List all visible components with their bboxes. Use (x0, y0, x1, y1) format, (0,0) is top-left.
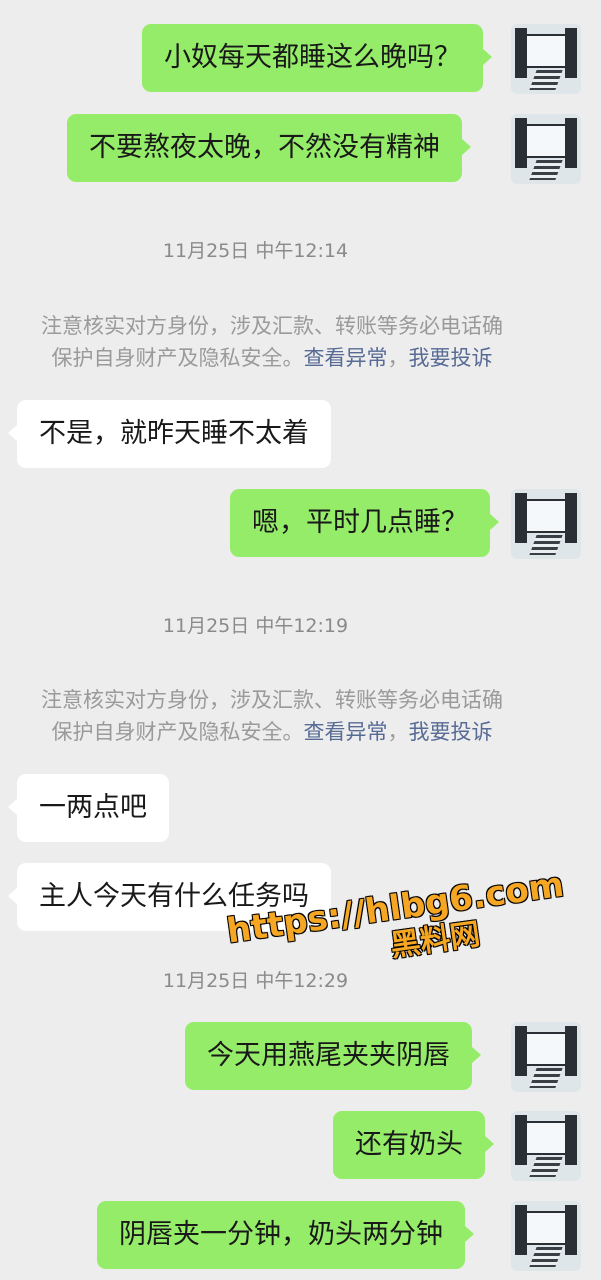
notice-line: 保护自身财产及隐私安全。查看异常，我要投诉 (51, 346, 493, 370)
avatar-image (523, 1211, 569, 1245)
message-bubble-outgoing[interactable]: 小奴每天都睡这么晚吗？ (142, 24, 492, 92)
notice-line: 保护自身财产及隐私安全。查看异常，我要投诉 (51, 720, 493, 744)
message-bubble-outgoing[interactable]: 阴唇夹一分钟，奶头两分钟 (97, 1201, 474, 1269)
avatar-image (523, 1121, 569, 1155)
avatar[interactable] (511, 24, 581, 94)
message-bubble-outgoing[interactable]: 今天用燕尾夹夹阴唇 (185, 1022, 481, 1090)
view-abnormal-link[interactable]: 查看异常 (304, 346, 388, 370)
security-notice: 注意核实对方身份，涉及汇款、转账等务必电话确 保护自身财产及隐私安全。查看异常，… (0, 310, 552, 374)
timestamp: 11月25日 中午12:14 (162, 240, 349, 262)
avatar[interactable] (511, 1201, 581, 1271)
security-notice: 注意核实对方身份，涉及汇款、转账等务必电话确 保护自身财产及隐私安全。查看异常，… (0, 684, 552, 748)
avatar-image (523, 124, 569, 158)
report-link[interactable]: 我要投诉 (409, 720, 493, 744)
avatar[interactable] (511, 1022, 581, 1092)
view-abnormal-link[interactable]: 查看异常 (304, 720, 388, 744)
avatar-image (523, 1032, 569, 1066)
report-link[interactable]: 我要投诉 (409, 346, 493, 370)
avatar[interactable] (511, 114, 581, 184)
avatar-image (523, 34, 569, 68)
timestamp: 11月25日 中午12:19 (162, 615, 349, 637)
notice-line: 注意核实对方身份，涉及汇款、转账等务必电话确 (41, 688, 503, 712)
avatar[interactable] (511, 489, 581, 559)
message-bubble-outgoing[interactable]: 还有奶头 (333, 1111, 494, 1179)
message-bubble-incoming[interactable]: 不是，就昨天睡不太着 (8, 400, 331, 468)
message-bubble-incoming[interactable]: 一两点吧 (8, 774, 169, 842)
message-bubble-outgoing[interactable]: 嗯，平时几点睡？ (230, 489, 499, 557)
avatar-image (523, 499, 569, 533)
message-bubble-outgoing[interactable]: 不要熬夜太晚，不然没有精神 (67, 114, 471, 182)
avatar[interactable] (511, 1111, 581, 1181)
notice-line: 注意核实对方身份，涉及汇款、转账等务必电话确 (41, 314, 503, 338)
